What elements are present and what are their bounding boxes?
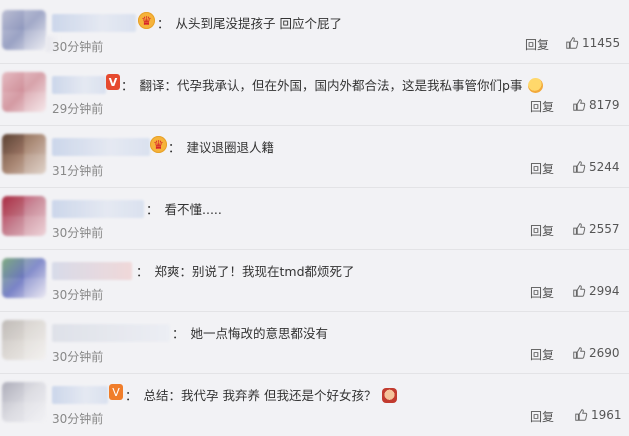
avatar[interactable] (2, 382, 46, 422)
comment-body: 建议退圈退人籍 (186, 140, 275, 155)
comment-item: ：郑爽：别说了！我现在tmd都烦死了 30分钟前 回复 2994 (0, 250, 629, 312)
reply-button[interactable]: 回复 (525, 36, 549, 53)
comment-text: ：她一点悔改的意思都没有 (172, 326, 329, 341)
reply-button[interactable]: 回复 (530, 408, 554, 425)
comment-item: ♛ ：从头到尾没提孩子 回应个屁了 30分钟前 回复 11455 (0, 2, 629, 64)
comment-item: V ：翻译：代孕我承认，但在外国，国内外都合法，这是我私事管你们p事 29分钟前… (0, 64, 629, 126)
comment-body: 翻译：代孕我承认，但在外国，国内外都合法，这是我私事管你们p事 (139, 78, 523, 93)
thumbs-up-icon (573, 347, 586, 359)
like-count: 2690 (589, 346, 620, 360)
like-button[interactable]: 5244 (572, 160, 620, 174)
like-count: 1961 (591, 408, 622, 422)
username-blurred[interactable] (52, 324, 170, 342)
username-blurred[interactable] (52, 138, 150, 156)
thumbs-up-icon (573, 285, 586, 297)
crown-icon: ♛ (138, 12, 155, 29)
comment-body: 她一点悔改的意思都没有 (190, 326, 329, 341)
emoji-icon (382, 388, 398, 403)
comment-text: ：建议退圈退人籍 (168, 140, 275, 155)
orange-icon: V (109, 384, 123, 400)
like-count: 11455 (582, 36, 621, 50)
reply-button[interactable]: 回复 (530, 160, 554, 177)
reply-button[interactable]: 回复 (530, 284, 554, 301)
reply-button[interactable]: 回复 (530, 346, 554, 363)
timestamp: 30分钟前 (52, 226, 104, 240)
timestamp: 30分钟前 (52, 350, 104, 364)
comment-list: ♛ ：从头到尾没提孩子 回应个屁了 30分钟前 回复 11455 V ：翻译：代… (0, 0, 629, 436)
timestamp: 30分钟前 (52, 288, 104, 302)
like-count: 2994 (589, 284, 620, 298)
crown-icon: ♛ (150, 136, 167, 153)
username-blurred[interactable] (52, 200, 144, 218)
comment-item: ♛ ：建议退圈退人籍 31分钟前 回复 5244 (0, 126, 629, 188)
comment-body: 看不懂..... (164, 202, 222, 217)
like-button[interactable]: 2994 (572, 284, 620, 298)
timestamp: 30分钟前 (52, 40, 104, 54)
timestamp: 29分钟前 (52, 102, 104, 116)
reply-button[interactable]: 回复 (530, 98, 554, 115)
like-button[interactable]: 2690 (572, 346, 620, 360)
timestamp: 30分钟前 (52, 412, 104, 426)
avatar[interactable] (2, 10, 46, 50)
like-button[interactable]: 8179 (572, 98, 620, 112)
thumbs-up-icon (573, 223, 586, 235)
avatar[interactable] (2, 258, 46, 298)
comment-item: V ：总结：我代孕 我弃养 但我还是个好女孩？ 30分钟前 回复 1961 (0, 374, 629, 436)
username-blurred[interactable] (52, 262, 132, 280)
thumbs-up-icon (566, 37, 579, 49)
like-count: 8179 (589, 98, 620, 112)
reply-button[interactable]: 回复 (530, 222, 554, 239)
thumbs-up-icon (573, 161, 586, 173)
thumbs-up-icon (575, 409, 588, 421)
comment-text: ：看不懂..... (146, 202, 222, 217)
avatar[interactable] (2, 72, 46, 112)
comment-text: ：总结：我代孕 我弃养 但我还是个好女孩？ (125, 385, 398, 404)
thumbs-up-icon (573, 99, 586, 111)
username-blurred[interactable] (52, 386, 108, 404)
vip-icon: V (106, 74, 120, 90)
comment-text: ：翻译：代孕我承认，但在外国，国内外都合法，这是我私事管你们p事 (121, 75, 544, 94)
avatar[interactable] (2, 320, 46, 360)
comment-body: 郑爽：别说了！我现在tmd都烦死了 (154, 264, 355, 279)
like-button[interactable]: 2557 (572, 222, 620, 236)
comment-text: ：从头到尾没提孩子 回应个屁了 (157, 16, 342, 31)
username-blurred[interactable] (52, 76, 106, 94)
username-blurred[interactable] (52, 14, 136, 32)
like-count: 5244 (589, 160, 620, 174)
like-count: 2557 (589, 222, 620, 236)
comment-item: ：她一点悔改的意思都没有 30分钟前 回复 2690 (0, 312, 629, 374)
comment-body: 从头到尾没提孩子 回应个屁了 (175, 16, 342, 31)
like-button[interactable]: 11455 (565, 36, 620, 50)
avatar[interactable] (2, 196, 46, 236)
comment-body: 总结：我代孕 我弃养 但我还是个好女孩？ (143, 388, 377, 403)
like-button[interactable]: 1961 (574, 408, 622, 422)
avatar[interactable] (2, 134, 46, 174)
timestamp: 31分钟前 (52, 164, 104, 178)
emoji-icon (528, 78, 544, 93)
comment-item: ：看不懂..... 30分钟前 回复 2557 (0, 188, 629, 250)
comment-text: ：郑爽：别说了！我现在tmd都烦死了 (136, 264, 355, 279)
